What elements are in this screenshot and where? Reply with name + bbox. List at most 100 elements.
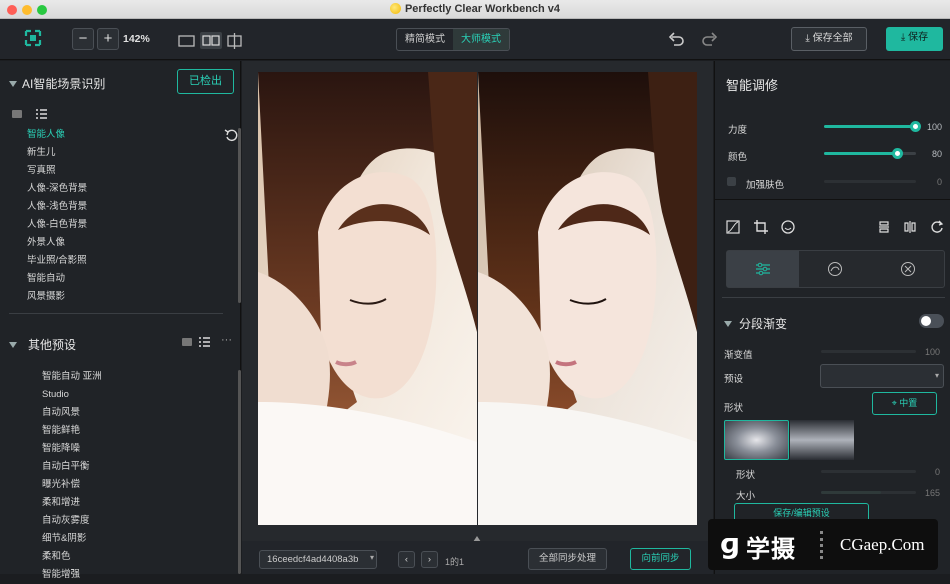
effects-tab[interactable] xyxy=(872,251,944,287)
skin-checkbox[interactable] xyxy=(727,177,736,186)
size-value: 165 xyxy=(924,488,940,498)
more-icon[interactable]: ··· xyxy=(221,334,232,346)
list-item[interactable]: 毕业照/合影照 xyxy=(27,252,217,270)
list-item[interactable]: 智能增强 xyxy=(42,566,222,584)
list-item[interactable]: 人像-深色背景 xyxy=(27,180,217,198)
watermark-site: CGaep.Com xyxy=(840,535,925,554)
prev-image-button[interactable]: ‹ xyxy=(398,551,415,568)
grad-value: 100 xyxy=(924,347,940,357)
shape-label: 形状 xyxy=(724,403,744,414)
gradient-section-title[interactable]: 分段渐变 xyxy=(724,315,787,332)
grad-value-slider[interactable] xyxy=(821,350,916,353)
center-button-label: 中置 xyxy=(899,398,918,408)
list-item[interactable]: 新生儿 xyxy=(27,144,217,162)
face-icon[interactable] xyxy=(781,220,795,234)
window-title: Perfectly Clear Workbench v4 xyxy=(0,0,950,19)
list-item[interactable]: 细节&阴影 xyxy=(42,530,222,548)
download-icon: ⤓ xyxy=(805,33,813,44)
grid-view-icon[interactable] xyxy=(12,110,22,118)
skin-slider[interactable] xyxy=(824,180,916,183)
list-item[interactable]: 智能鲜艳 xyxy=(42,422,222,440)
list-item[interactable]: 写真照 xyxy=(27,162,217,180)
single-view-icon[interactable] xyxy=(178,34,196,48)
crop-icon[interactable] xyxy=(754,220,768,234)
simple-mode-tab[interactable]: 精简模式 xyxy=(397,29,453,50)
detected-button[interactable]: 已检出 xyxy=(177,69,234,94)
preset-list-view-icon[interactable] xyxy=(199,337,210,347)
size-slider-fill xyxy=(821,491,881,494)
list-item[interactable]: 智能降噪 xyxy=(42,440,222,458)
palette-icon xyxy=(900,262,915,276)
next-image-button[interactable]: › xyxy=(421,551,438,568)
flip-horizontal-icon[interactable] xyxy=(903,220,917,234)
gradient-toggle[interactable] xyxy=(919,314,944,328)
save-all-button[interactable]: ⤓ 保存全部 xyxy=(791,27,867,51)
list-item[interactable]: 智能自动 xyxy=(27,270,217,288)
grad-value-label: 渐变值 xyxy=(724,350,753,361)
center-button[interactable]: ⌖ 中置 xyxy=(872,392,937,415)
list-item[interactable]: 曝光补偿 xyxy=(42,476,222,494)
skin-label: 加强肤色 xyxy=(746,180,785,191)
ai-scene-title[interactable]: AI智能场景识别 xyxy=(9,75,105,92)
color-label: 颜色 xyxy=(728,152,748,163)
adjust-sliders-tab[interactable] xyxy=(727,251,800,287)
curves-icon[interactable] xyxy=(726,220,740,234)
list-view-icon[interactable] xyxy=(36,109,47,119)
filename-text: 16ceedcf4ad4408a3b xyxy=(267,554,359,565)
skin-value: 0 xyxy=(936,177,942,187)
presets-title[interactable]: 其他预设 xyxy=(9,336,76,353)
flip-vertical-icon[interactable] xyxy=(877,220,891,234)
list-item[interactable]: 风景摄影 xyxy=(27,288,217,306)
size-slider[interactable] xyxy=(821,491,916,494)
gradient-section-text: 分段渐变 xyxy=(739,317,788,331)
split-view-icon[interactable] xyxy=(200,32,222,49)
compare-view-icon[interactable] xyxy=(226,33,244,49)
before-image[interactable] xyxy=(258,72,477,525)
toggle-knob xyxy=(921,316,931,326)
list-item[interactable]: 外景人像 xyxy=(27,234,217,252)
master-mode-tab[interactable]: 大师模式 xyxy=(453,29,509,50)
save-download-icon: ⤓ xyxy=(900,32,909,43)
save-button[interactable]: ⤓ 保存 xyxy=(886,27,943,51)
collapse-triangle-icon xyxy=(9,81,17,87)
collapse-triangle-icon xyxy=(724,321,732,327)
preset-grid-view-icon[interactable] xyxy=(182,338,192,346)
sliders-icon xyxy=(756,262,771,276)
color-slider-knob[interactable] xyxy=(892,148,903,159)
shape2-slider[interactable] xyxy=(821,470,916,473)
list-item[interactable]: 智能人像 xyxy=(27,126,217,144)
list-item[interactable]: 柔和增进 xyxy=(42,494,222,512)
zoom-in-button[interactable]: + xyxy=(97,28,119,50)
list-item[interactable]: 柔和色 xyxy=(42,548,222,566)
preset-label: 预设 xyxy=(724,374,744,385)
creative-tab[interactable] xyxy=(799,251,871,287)
reset-icon[interactable] xyxy=(224,128,238,142)
preset-select[interactable]: ▾ xyxy=(820,364,944,388)
sync-forward-button[interactable]: 向前同步 xyxy=(630,548,691,570)
sync-all-button[interactable]: 全部同步处理 xyxy=(528,548,607,570)
swirl-icon xyxy=(828,262,843,276)
watermark-logo-mark: ɡ xyxy=(720,527,741,560)
linear-shape-thumb[interactable] xyxy=(790,420,854,460)
undo-icon[interactable] xyxy=(668,31,684,47)
radial-shape-thumb[interactable] xyxy=(724,420,789,460)
preset-scrollbar[interactable] xyxy=(238,370,241,574)
redo-icon[interactable] xyxy=(702,31,718,47)
strength-slider[interactable] xyxy=(824,125,916,128)
filename-select[interactable]: 16ceedcf4ad4408a3b xyxy=(259,550,377,569)
rotate-icon[interactable] xyxy=(930,220,944,234)
list-item[interactable]: 人像-浅色背景 xyxy=(27,198,217,216)
list-item[interactable]: 自动白平衡 xyxy=(42,458,222,476)
watermark-banner: ɡ 学摄 CGaep.Com xyxy=(708,519,938,570)
list-item[interactable]: 智能自动 亚洲 xyxy=(42,368,222,386)
list-item[interactable]: Studio xyxy=(42,386,222,404)
list-item[interactable]: 人像-白色背景 xyxy=(27,216,217,234)
after-image[interactable] xyxy=(478,72,697,525)
zoom-out-button[interactable]: − xyxy=(72,28,94,50)
window-title-text: Perfectly Clear Workbench v4 xyxy=(404,3,561,15)
list-item[interactable]: 自动风景 xyxy=(42,404,222,422)
preset-list: 智能自动 亚洲 Studio 自动风景 智能鲜艳 智能降噪 自动白平衡 曝光补偿… xyxy=(42,368,222,584)
list-item[interactable]: 自动灰雾度 xyxy=(42,512,222,530)
shape2-value: 0 xyxy=(934,467,940,477)
scene-scrollbar[interactable] xyxy=(238,128,241,303)
